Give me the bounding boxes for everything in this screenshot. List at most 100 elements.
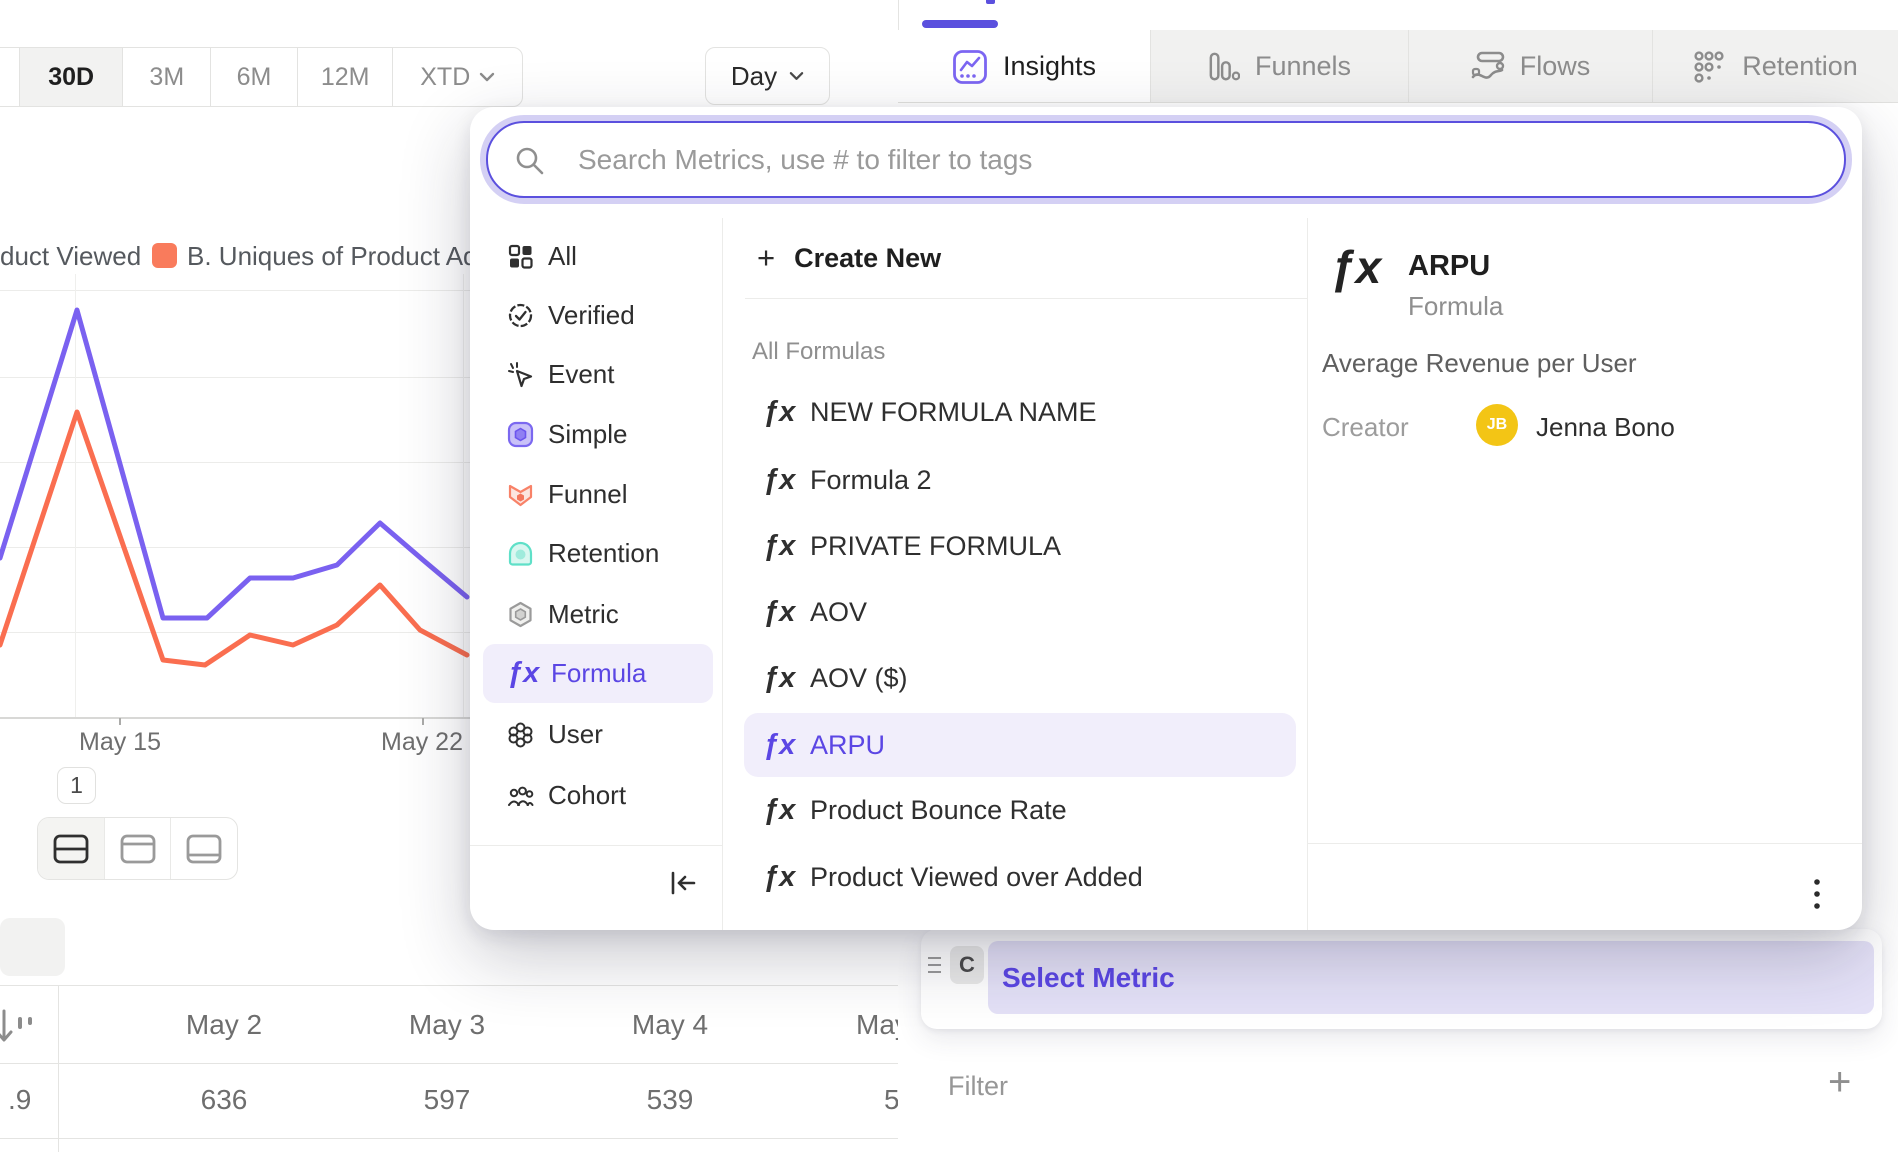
grid-all-icon — [507, 243, 534, 270]
table-border — [0, 985, 912, 986]
layout-toggle-group — [37, 817, 238, 880]
table-corner-cell — [0, 918, 65, 976]
formula-item[interactable]: ƒx AOV — [744, 583, 1296, 641]
category-label: Cohort — [548, 780, 626, 811]
formula-item[interactable]: ƒx Product Viewed over Added — [744, 848, 1296, 906]
simple-metric-icon — [507, 421, 534, 448]
verified-badge-icon — [507, 302, 534, 329]
layout-split-rows-button[interactable] — [38, 818, 104, 879]
layout-header-top-icon — [119, 833, 157, 865]
formula-name: AOV — [810, 597, 867, 628]
add-filter-button[interactable]: + — [1828, 1060, 1851, 1105]
category-retention[interactable]: Retention — [483, 524, 713, 583]
retention-dots-icon — [1693, 50, 1727, 84]
modal-column-divider — [722, 218, 723, 930]
tab-retention-label: Retention — [1742, 51, 1858, 82]
flows-wave-icon — [1471, 51, 1505, 83]
create-new-divider — [745, 298, 1307, 299]
xtd-label: XTD — [420, 63, 470, 92]
granularity-label: Day — [731, 61, 777, 92]
time-range-30d-button[interactable]: 30D — [19, 48, 123, 106]
time-range-6m-button[interactable]: 6M — [210, 48, 297, 106]
category-user[interactable]: User — [483, 705, 713, 764]
time-range-xtd-dropdown[interactable]: XTD — [392, 48, 522, 106]
formula-name: PRIVATE FORMULA — [810, 531, 1061, 562]
formula-item[interactable]: ƒx Product Bounce Rate — [744, 781, 1296, 839]
sort-descending-icon[interactable] — [0, 1005, 36, 1047]
tabbar-border — [898, 102, 1898, 104]
formula-name: Product Viewed over Added — [810, 862, 1143, 893]
x-axis-label-may15: May 15 — [70, 728, 170, 757]
formula-item[interactable]: ƒx AOV ($) — [744, 649, 1296, 707]
avatar: JB — [1476, 404, 1518, 446]
search-icon — [514, 145, 546, 177]
search-input[interactable] — [578, 123, 1778, 196]
category-all[interactable]: All — [483, 227, 713, 286]
fx-icon: ƒx — [763, 662, 793, 695]
category-label: Retention — [548, 538, 659, 569]
tab-retention[interactable]: Retention — [1652, 30, 1898, 103]
formula-item[interactable]: ƒx NEW FORMULA NAME — [744, 383, 1296, 441]
category-cohort[interactable]: Cohort — [483, 766, 713, 825]
create-new-button[interactable]: + Create New — [757, 233, 941, 283]
tab-funnels[interactable]: Funnels — [1150, 30, 1408, 103]
cohort-people-icon — [507, 782, 534, 809]
category-label: Simple — [548, 419, 627, 450]
layout-footer-bottom-icon — [185, 833, 223, 865]
select-metric-button[interactable]: Select Metric — [988, 941, 1874, 1014]
page-number-badge[interactable]: 1 — [57, 767, 96, 804]
funnels-bars-icon — [1208, 51, 1240, 83]
category-label: User — [548, 719, 603, 750]
table-border — [0, 1063, 912, 1064]
granularity-dropdown[interactable]: Day — [705, 47, 830, 105]
formula-name: Formula 2 — [810, 465, 932, 496]
x-axis-label-may22: May 22 — [372, 728, 472, 757]
detail-creator-name: Jenna Bono — [1536, 412, 1675, 443]
time-range-control: 30D 3M 6M 12M XTD — [0, 47, 523, 107]
category-label: All — [548, 241, 577, 272]
category-formula[interactable]: ƒx Formula — [483, 644, 713, 703]
select-metric-label: Select Metric — [1002, 962, 1175, 994]
detail-description: Average Revenue per User — [1322, 348, 1637, 379]
section-header: All Formulas — [752, 338, 885, 366]
fx-icon: ƒx — [763, 464, 793, 497]
table-cell: 597 — [377, 1083, 517, 1117]
formula-item-selected[interactable]: ƒx ARPU — [744, 713, 1296, 777]
tab-insights[interactable]: Insights — [898, 30, 1150, 103]
tab-flows[interactable]: Flows — [1408, 30, 1652, 103]
event-cursor-icon — [507, 361, 534, 388]
table-header[interactable]: May 3 — [377, 1008, 517, 1042]
table-header[interactable]: May 2 — [154, 1008, 294, 1042]
metric-hexagon-icon — [507, 601, 534, 628]
category-metric[interactable]: Metric — [483, 585, 713, 644]
time-range-cut-button[interactable] — [0, 48, 19, 106]
collapse-sidebar-icon[interactable] — [668, 869, 698, 897]
funnel-metric-icon — [507, 481, 534, 508]
category-event[interactable]: Event — [483, 345, 713, 404]
user-flower-icon — [507, 721, 534, 748]
tab-funnels-label: Funnels — [1255, 51, 1351, 82]
formula-item[interactable]: ƒx PRIVATE FORMULA — [744, 517, 1296, 575]
line-chart[interactable] — [0, 260, 470, 720]
layout-header-top-button[interactable] — [104, 818, 171, 879]
detail-title: ARPU — [1408, 250, 1490, 283]
chevron-down-icon — [479, 72, 495, 82]
formula-fx-icon-large: ƒx — [1330, 240, 1381, 294]
fx-icon: ƒx — [763, 530, 793, 563]
category-funnel[interactable]: Funnel — [483, 465, 713, 524]
category-verified[interactable]: Verified — [483, 286, 713, 345]
fx-icon: ƒx — [763, 729, 793, 762]
category-label: Metric — [548, 599, 619, 630]
layout-footer-bottom-button[interactable] — [170, 818, 237, 879]
app-window: 30D 3M 6M 12M XTD Day duct Viewed B. Uni… — [0, 0, 1898, 1152]
time-range-3m-button[interactable]: 3M — [122, 48, 210, 106]
category-simple[interactable]: Simple — [483, 405, 713, 464]
tab-flows-label: Flows — [1520, 51, 1591, 82]
plus-icon: + — [757, 240, 775, 276]
category-label: Verified — [548, 300, 635, 331]
table-header[interactable]: May 4 — [600, 1008, 740, 1042]
time-range-12m-button[interactable]: 12M — [297, 48, 393, 106]
kebab-menu-icon[interactable] — [1811, 877, 1823, 913]
formula-item[interactable]: ƒx Formula 2 — [744, 451, 1296, 509]
drag-handle-icon[interactable] — [928, 957, 941, 978]
